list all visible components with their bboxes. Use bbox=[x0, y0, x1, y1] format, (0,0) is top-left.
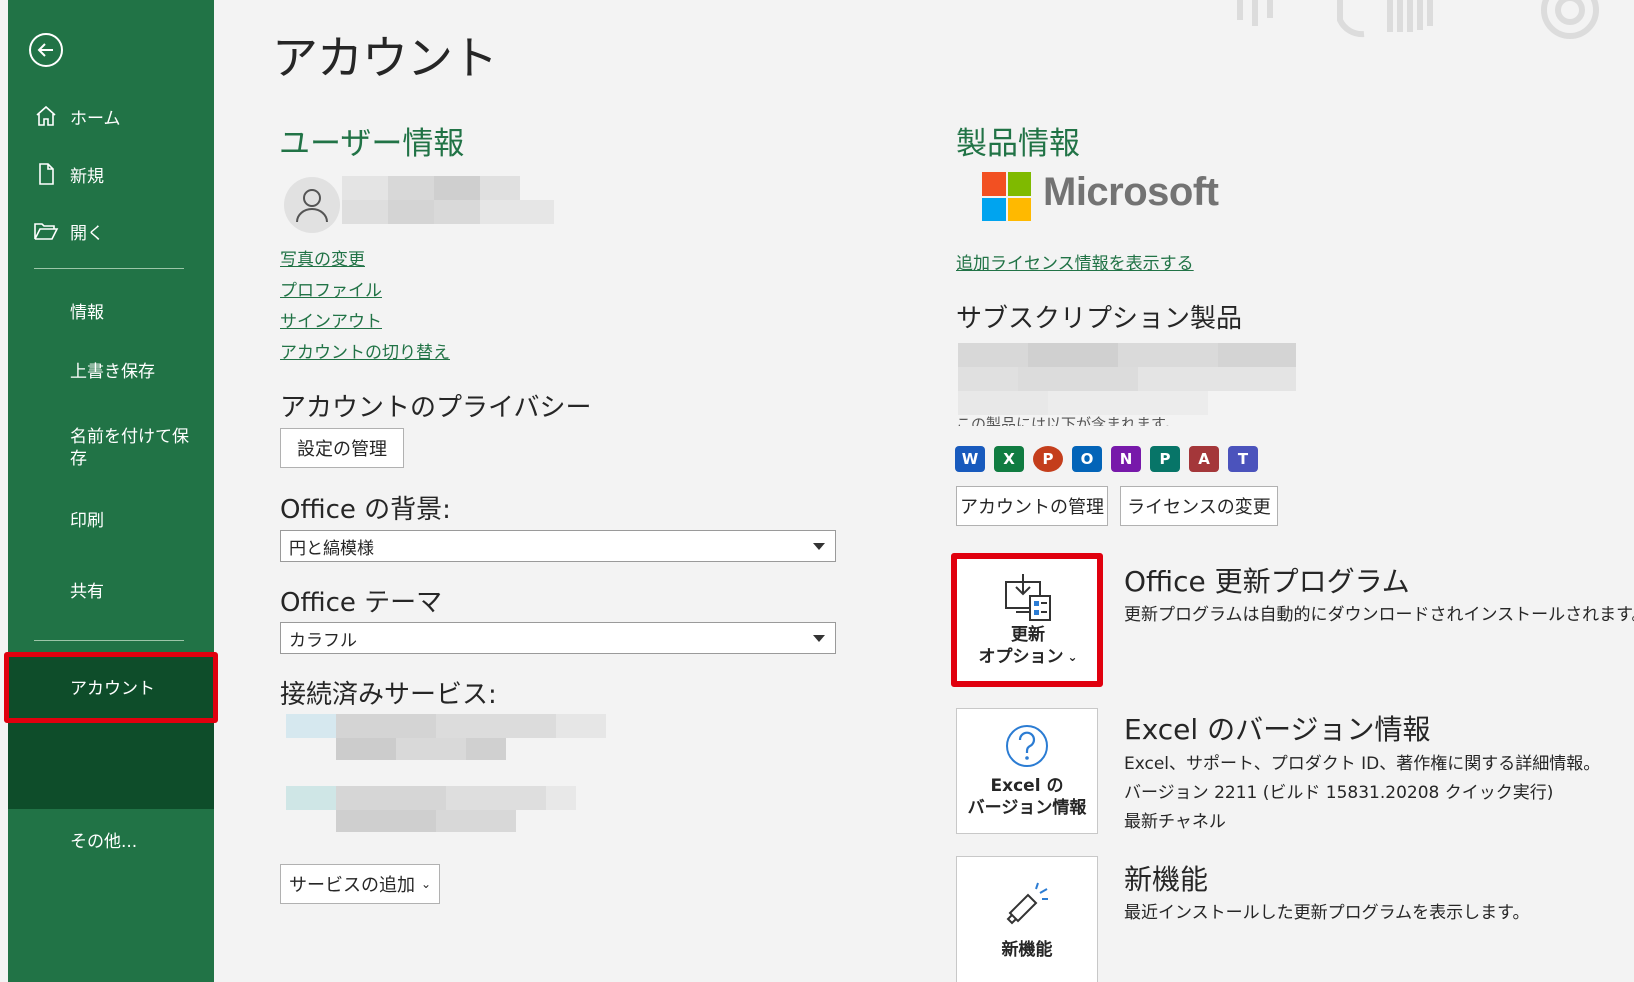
new-document-icon bbox=[32, 160, 60, 188]
avatar[interactable] bbox=[284, 177, 340, 233]
change-photo-link[interactable]: 写真の変更 bbox=[280, 245, 365, 270]
sidebar-item-save[interactable]: 上書き保存 bbox=[8, 347, 214, 391]
privacy-title: アカウントのプライバシー bbox=[280, 393, 592, 423]
excel-icon: X bbox=[994, 446, 1024, 472]
sidebar-item-label: ホーム bbox=[70, 108, 121, 129]
dropdown-arrow-icon bbox=[813, 543, 825, 550]
access-icon: A bbox=[1189, 446, 1219, 472]
sidebar-divider bbox=[34, 268, 184, 269]
word-icon: W bbox=[955, 446, 985, 472]
background-title: Office の背景: bbox=[280, 495, 451, 525]
about-tile-line2: バージョン情報 bbox=[967, 798, 1087, 818]
sidebar-item-label: 新規 bbox=[70, 166, 104, 187]
office-app-icons: W X P O N P A T bbox=[955, 446, 1258, 472]
powerpoint-icon: P bbox=[1033, 446, 1063, 472]
user-info-title: ユーザー情報 bbox=[279, 126, 465, 162]
sidebar-item-label: 情報 bbox=[70, 302, 104, 323]
publisher-icon: P bbox=[1150, 446, 1180, 472]
redacted-subscription bbox=[958, 343, 1296, 415]
whats-new-button[interactable]: 新機能 bbox=[956, 856, 1098, 982]
sidebar-item-info[interactable]: 情報 bbox=[8, 288, 214, 332]
whats-new-description: 最近インストールした更新プログラムを表示します。 bbox=[1124, 903, 1530, 923]
dropdown-arrow-icon bbox=[813, 635, 825, 642]
redacted-user-name bbox=[342, 176, 554, 224]
home-icon bbox=[32, 102, 60, 130]
sidebar-item-save-as[interactable]: 名前を付けて保存 bbox=[70, 426, 200, 470]
about-excel-button[interactable]: Excel の バージョン情報 bbox=[956, 708, 1098, 834]
sidebar-item-open[interactable]: 開く bbox=[8, 209, 214, 253]
sidebar-item-label: その他... bbox=[70, 831, 138, 852]
highlight-box-update-options bbox=[951, 553, 1103, 687]
sign-out-link[interactable]: サインアウト bbox=[280, 307, 382, 332]
updates-title: Office 更新プログラム bbox=[1124, 565, 1410, 598]
theme-select[interactable]: カラフル bbox=[280, 622, 836, 654]
profile-link[interactable]: プロファイル bbox=[280, 276, 382, 301]
background-pattern bbox=[1237, 0, 1599, 39]
whats-new-title: 新機能 bbox=[1124, 863, 1209, 896]
outlook-icon: O bbox=[1072, 446, 1102, 472]
about-version: バージョン 2211 (ビルド 15831.20208 クイック実行) bbox=[1124, 783, 1554, 803]
about-line1: Excel、サポート、プロダクト ID、著作権に関する詳細情報。 bbox=[1124, 754, 1601, 774]
chevron-down-icon: ⌄ bbox=[420, 877, 432, 891]
background-select[interactable]: 円と縞模様 bbox=[280, 530, 836, 562]
connected-services-title: 接続済みサービス: bbox=[280, 680, 497, 710]
megaphone-icon bbox=[1006, 882, 1048, 924]
sidebar-item-share[interactable]: 共有 bbox=[8, 567, 214, 611]
about-title: Excel のバージョン情報 bbox=[1124, 713, 1431, 746]
onenote-icon: N bbox=[1111, 446, 1141, 472]
license-info-link[interactable]: 追加ライセンス情報を表示する bbox=[956, 249, 1194, 274]
switch-account-link[interactable]: アカウントの切り替え bbox=[280, 338, 450, 363]
add-service-button[interactable]: サービスの追加 ⌄ bbox=[280, 864, 440, 904]
page-title: アカウント bbox=[272, 31, 498, 85]
question-mark-icon bbox=[1006, 725, 1048, 767]
manage-account-button[interactable]: アカウントの管理 bbox=[956, 486, 1108, 526]
sidebar-item-print[interactable]: 印刷 bbox=[8, 496, 214, 540]
updates-description: 更新プログラムは自動的にダウンロードされインストールされます。 bbox=[1124, 605, 1634, 625]
subscription-title: サブスクリプション製品 bbox=[956, 304, 1243, 334]
sidebar-item-label: 上書き保存 bbox=[70, 361, 155, 382]
add-service-label: サービスの追加 bbox=[288, 875, 415, 896]
theme-value: カラフル bbox=[289, 630, 357, 651]
product-info-title: 製品情報 bbox=[956, 126, 1080, 162]
teams-icon: T bbox=[1228, 446, 1258, 472]
open-folder-icon bbox=[32, 217, 60, 245]
background-value: 円と縞模様 bbox=[289, 538, 374, 559]
sidebar-item-new[interactable]: 新規 bbox=[8, 152, 214, 196]
back-arrow-icon[interactable] bbox=[29, 33, 63, 67]
redacted-services bbox=[286, 714, 626, 854]
theme-title: Office テーマ bbox=[280, 588, 443, 618]
whats-new-tile-label: 新機能 bbox=[1001, 939, 1053, 960]
backstage-sidebar: ホーム 新規 開く 情報 上書き保存 名前を付けて保存 印刷 共有 アカウント … bbox=[8, 0, 214, 982]
highlight-box-account bbox=[4, 652, 218, 723]
change-license-button[interactable]: ライセンスの変更 bbox=[1120, 486, 1278, 526]
manage-settings-button[interactable]: 設定の管理 bbox=[280, 428, 404, 468]
sidebar-item-home[interactable]: ホーム bbox=[8, 94, 214, 138]
sidebar-divider bbox=[34, 640, 184, 641]
microsoft-wordmark: Microsoft bbox=[1043, 170, 1219, 214]
sidebar-item-label: 共有 bbox=[70, 581, 104, 602]
about-tile-line1: Excel の bbox=[990, 776, 1064, 796]
person-icon bbox=[296, 189, 328, 223]
microsoft-logo-icon bbox=[982, 172, 1031, 221]
sidebar-item-more[interactable]: その他... bbox=[8, 817, 214, 861]
about-channel: 最新チャネル bbox=[1124, 812, 1226, 832]
sidebar-item-label: 印刷 bbox=[70, 510, 104, 531]
sidebar-item-label: 開く bbox=[70, 223, 104, 244]
